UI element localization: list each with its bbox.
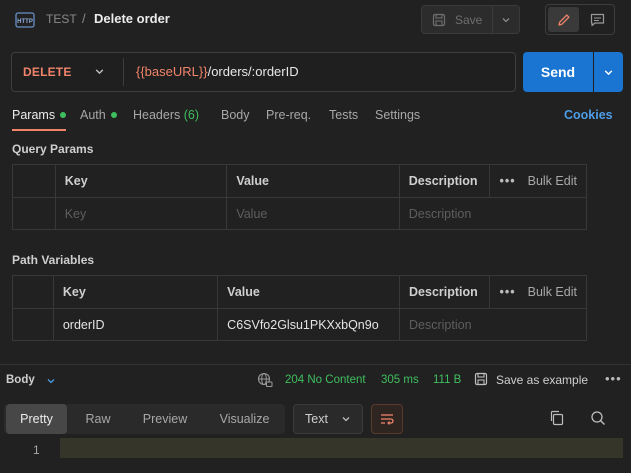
tab-auth[interactable]: Auth	[80, 108, 117, 122]
wrap-lines-icon	[381, 414, 394, 425]
tab-params[interactable]: Params	[12, 108, 67, 122]
comment-icon	[590, 13, 604, 26]
wrap-lines-button[interactable]	[371, 404, 403, 434]
tab-headers[interactable]: Headers (6)	[133, 108, 199, 122]
globe-icon[interactable]	[257, 372, 273, 388]
column-header: Value	[226, 164, 400, 198]
column-header: Value	[217, 275, 401, 309]
checkbox-column	[12, 164, 56, 198]
save-as-example-button[interactable]: Save as example	[496, 373, 588, 387]
url-input[interactable]: {{baseURL}}/orders/:orderID	[136, 64, 299, 79]
http-icon: HTTP	[15, 12, 35, 28]
chevron-down-icon	[604, 69, 613, 75]
column-header: Description	[398, 164, 491, 198]
column-header: Key	[54, 164, 228, 198]
row-checkbox	[12, 308, 54, 341]
url-variable: {{baseURL}}	[136, 64, 208, 79]
view-preview-tab[interactable]: Preview	[130, 404, 200, 434]
format-label: Text	[305, 412, 328, 426]
status-dot	[110, 111, 117, 118]
url-path: /orders/:orderID	[207, 64, 299, 79]
breadcrumb-separator: /	[82, 11, 86, 26]
bulk-edit-button[interactable]: Bulk Edit	[528, 285, 577, 299]
tab-label: Auth	[80, 108, 106, 122]
tab-label: Params	[12, 108, 56, 122]
table-row: orderID C6SVfo2Glsu1PKXxbQn9o Descriptio…	[12, 308, 587, 341]
chevron-down-icon[interactable]	[46, 376, 56, 386]
response-status[interactable]: 204 No Content	[285, 374, 366, 386]
bulk-edit-button[interactable]: Bulk Edit	[528, 174, 577, 188]
more-options-icon[interactable]: •••	[499, 285, 515, 299]
column-header: Key	[52, 275, 219, 309]
table-row: Key Value Description	[12, 197, 588, 230]
table-header-row: Key Value Description ••• Bulk Edit	[12, 275, 587, 309]
path-variable-key: orderID	[52, 308, 219, 341]
save-icon	[474, 372, 488, 386]
view-pretty-tab[interactable]: Pretty	[6, 404, 67, 434]
checkbox-column	[12, 275, 54, 309]
column-header: Description	[399, 275, 491, 309]
view-visualize-tab[interactable]: Visualize	[207, 404, 282, 434]
edit-mode-button[interactable]	[548, 7, 579, 32]
query-params-table: Key Value Description ••• Bulk Edit Key V…	[12, 164, 588, 230]
header-actions: ••• Bulk Edit	[489, 164, 587, 198]
method-select[interactable]: DELETE	[23, 65, 72, 79]
tab-count: (6)	[183, 108, 200, 122]
send-button[interactable]: Send	[523, 52, 593, 92]
description-input[interactable]: Description	[399, 308, 587, 341]
save-button[interactable]: Save	[421, 5, 493, 34]
tab-settings[interactable]: Settings	[375, 108, 420, 122]
send-options-button[interactable]	[594, 52, 623, 92]
tab-label: Headers	[133, 108, 181, 122]
query-params-title: Query Params	[12, 142, 94, 156]
svg-text:HTTP: HTTP	[17, 19, 33, 25]
response-time[interactable]: 305 ms	[381, 374, 419, 386]
chevron-down-icon	[502, 17, 510, 22]
path-variables-table: Key Value Description ••• Bulk Edit order…	[12, 275, 587, 341]
search-icon[interactable]	[589, 409, 607, 427]
active-tab-indicator	[12, 129, 66, 131]
breadcrumb-collection[interactable]: TEST	[46, 12, 77, 26]
path-variables-title: Path Variables	[12, 253, 95, 267]
view-raw-tab[interactable]: Raw	[72, 404, 124, 434]
copy-icon[interactable]	[548, 409, 566, 427]
request-name[interactable]: Delete order	[94, 11, 170, 26]
more-options-icon[interactable]: •••	[605, 371, 622, 386]
pencil-icon	[557, 13, 570, 26]
divider	[123, 58, 124, 86]
path-variable-value-input[interactable]: C6SVfo2Glsu1PKXxbQn9o	[217, 308, 401, 341]
description-input[interactable]: Description	[398, 197, 588, 230]
line-number: 1	[33, 443, 40, 457]
chevron-down-icon[interactable]	[94, 66, 105, 77]
comments-button[interactable]	[582, 7, 612, 32]
save-options-button[interactable]	[493, 5, 520, 34]
cookies-link[interactable]: Cookies	[564, 108, 613, 122]
status-dot	[60, 111, 67, 118]
save-label: Save	[455, 12, 483, 27]
row-checkbox	[12, 197, 56, 230]
response-size[interactable]: 111 B	[433, 374, 461, 386]
table-header-row: Key Value Description ••• Bulk Edit	[12, 164, 587, 198]
tab-tests[interactable]: Tests	[329, 108, 358, 122]
format-select[interactable]: Text	[293, 404, 363, 434]
more-options-icon[interactable]: •••	[499, 174, 515, 188]
save-icon	[432, 13, 446, 26]
value-input[interactable]: Value	[226, 197, 400, 230]
tab-pre-request[interactable]: Pre-req.	[266, 108, 311, 122]
key-input[interactable]: Key	[54, 197, 228, 230]
header-actions: ••• Bulk Edit	[489, 275, 587, 309]
tab-body[interactable]: Body	[221, 108, 250, 122]
chevron-down-icon	[342, 417, 350, 422]
response-body-selector[interactable]: Body	[6, 374, 35, 386]
editor-current-line[interactable]	[60, 438, 623, 458]
